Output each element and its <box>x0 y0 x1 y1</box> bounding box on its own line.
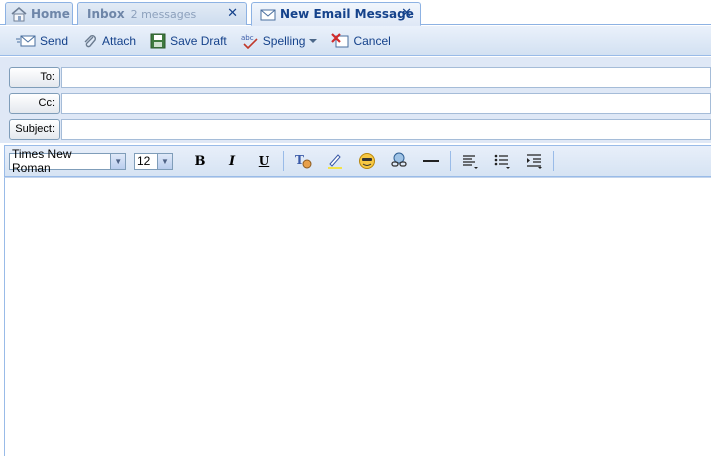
align-icon <box>463 155 478 169</box>
highlight-button[interactable] <box>322 150 348 172</box>
message-body-editor[interactable] <box>4 177 711 456</box>
email-compose-app: Home Inbox 2 messages ✕ New Email Messag… <box>0 0 711 456</box>
chevron-down-icon[interactable]: ▼ <box>110 153 125 169</box>
close-icon[interactable]: ✕ <box>401 6 412 21</box>
send-button[interactable]: Send <box>12 30 72 52</box>
tab-inbox-label: Inbox <box>87 7 125 21</box>
tab-strip: Home Inbox 2 messages ✕ New Email Messag… <box>0 0 711 26</box>
emoticon-button[interactable] <box>354 150 380 172</box>
subject-label: Subject: <box>9 118 60 140</box>
tab-inbox-count: 2 messages <box>130 7 197 21</box>
emoticon-icon <box>359 153 375 169</box>
to-button[interactable]: To: <box>9 66 60 88</box>
separator <box>283 151 284 171</box>
indent-button[interactable] <box>521 150 547 172</box>
tab-new-email[interactable]: New Email Message ✕ <box>251 2 421 26</box>
align-button[interactable] <box>457 150 483 172</box>
cc-row: Cc: <box>9 92 711 114</box>
address-fields: To: Cc: Subject: <box>0 57 711 143</box>
spelling-button[interactable]: abc Spelling <box>237 30 322 52</box>
font-family-value: Times New Roman <box>12 147 72 175</box>
floppy-disk-icon <box>150 33 166 48</box>
separator <box>553 151 554 171</box>
compose-toolbar: Send Attach Save Draft abc Spelling Canc… <box>0 26 711 56</box>
subject-row: Subject: <box>9 118 711 140</box>
italic-icon: I <box>228 153 236 169</box>
paperclip-icon <box>84 34 97 47</box>
bold-button[interactable]: B <box>187 150 213 172</box>
tab-home-label: Home <box>31 7 70 21</box>
chevron-down-icon[interactable]: ▼ <box>157 153 172 169</box>
cancel-button[interactable]: Cancel <box>327 30 394 52</box>
home-icon <box>11 6 27 22</box>
underline-button[interactable]: U <box>251 150 277 172</box>
svg-text:abc: abc <box>241 34 254 42</box>
bold-icon: B <box>194 153 206 169</box>
attach-button[interactable]: Attach <box>78 30 140 52</box>
underline-icon: U <box>258 154 270 168</box>
separator <box>450 151 451 171</box>
save-draft-button[interactable]: Save Draft <box>146 30 231 52</box>
font-family-select[interactable]: Times New Roman ▼ <box>9 147 126 175</box>
cancel-icon <box>331 32 349 47</box>
cc-field[interactable] <box>61 92 711 114</box>
italic-button[interactable]: I <box>219 150 245 172</box>
tab-new-email-label: New Email Message <box>280 7 414 21</box>
text-color-button[interactable]: T <box>290 150 316 172</box>
to-field[interactable] <box>61 66 711 88</box>
subject-field[interactable] <box>61 118 711 140</box>
insert-link-button[interactable] <box>386 150 412 172</box>
envelope-icon <box>260 9 276 20</box>
save-draft-label: Save Draft <box>170 33 227 48</box>
text-color-icon: T <box>295 153 312 169</box>
spellcheck-icon: abc <box>241 34 258 49</box>
font-size-select[interactable]: 12 ▼ <box>134 152 173 170</box>
cc-button[interactable]: Cc: <box>9 92 60 114</box>
to-row: To: <box>9 66 711 88</box>
send-label: Send <box>40 33 69 48</box>
spelling-label: Spelling <box>262 33 306 48</box>
cancel-label: Cancel <box>353 33 391 48</box>
horizontal-rule-icon <box>423 160 439 162</box>
indent-icon <box>527 154 542 169</box>
attach-label: Attach <box>102 33 137 48</box>
insert-link-icon <box>391 152 407 167</box>
tab-home[interactable]: Home <box>5 2 73 25</box>
format-toolbar: Times New Roman ▼ 12 ▼ B I U T <box>4 145 711 177</box>
bullet-list-icon <box>494 154 510 169</box>
close-icon[interactable]: ✕ <box>227 6 238 21</box>
bullet-list-button[interactable] <box>489 150 515 172</box>
send-icon <box>16 35 36 46</box>
horizontal-rule-button[interactable] <box>418 150 444 172</box>
font-size-value: 12 <box>137 154 151 168</box>
highlight-icon <box>328 154 342 169</box>
chevron-down-icon <box>309 38 318 43</box>
tab-inbox[interactable]: Inbox 2 messages ✕ <box>77 2 247 25</box>
